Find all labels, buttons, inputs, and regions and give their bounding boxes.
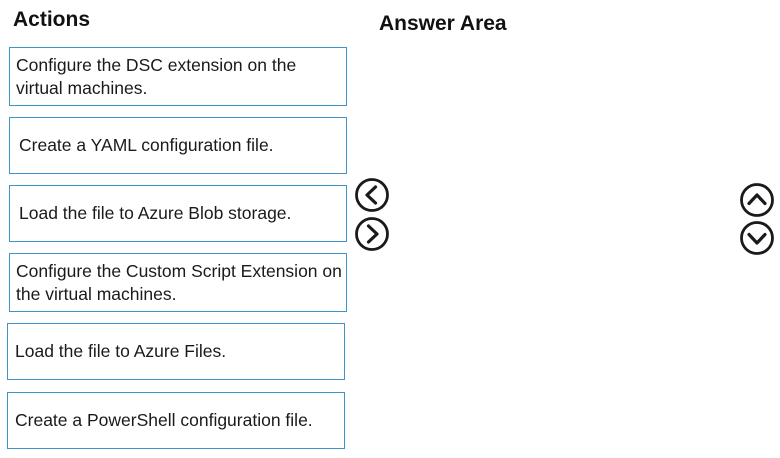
action-item-configure-custom-script[interactable]: Configure the Custom Script Extension on… — [9, 253, 347, 312]
move-right-button[interactable] — [354, 216, 390, 252]
action-item-label: Configure the DSC extension on the virtu… — [16, 54, 297, 98]
action-item-create-yaml[interactable]: Create a YAML configuration file. — [9, 117, 347, 174]
move-left-button[interactable] — [354, 177, 390, 213]
action-item-label: Load the file to Azure Blob storage. — [19, 203, 292, 223]
answer-area[interactable] — [379, 47, 719, 449]
action-item-load-files[interactable]: Load the file to Azure Files. — [7, 323, 345, 380]
move-down-button[interactable] — [739, 220, 775, 256]
action-item-create-powershell[interactable]: Create a PowerShell configuration file. — [7, 392, 345, 449]
chevron-right-circle-icon — [355, 217, 389, 251]
action-item-configure-dsc[interactable]: Configure the DSC extension on the virtu… — [9, 47, 347, 106]
actions-heading: Actions — [13, 8, 91, 31]
action-item-label: Create a PowerShell configuration file. — [15, 410, 313, 430]
chevron-left-circle-icon — [355, 178, 389, 212]
chevron-down-circle-icon — [740, 221, 774, 255]
action-item-load-blob[interactable]: Load the file to Azure Blob storage. — [9, 185, 347, 242]
action-item-label: Create a YAML configuration file. — [19, 135, 274, 155]
chevron-up-circle-icon — [740, 183, 774, 217]
action-item-label: Load the file to Azure Files. — [15, 341, 227, 361]
action-item-label: Configure the Custom Script Extension on… — [16, 260, 342, 304]
answer-area-heading: Answer Area — [379, 12, 507, 35]
move-up-button[interactable] — [739, 182, 775, 218]
